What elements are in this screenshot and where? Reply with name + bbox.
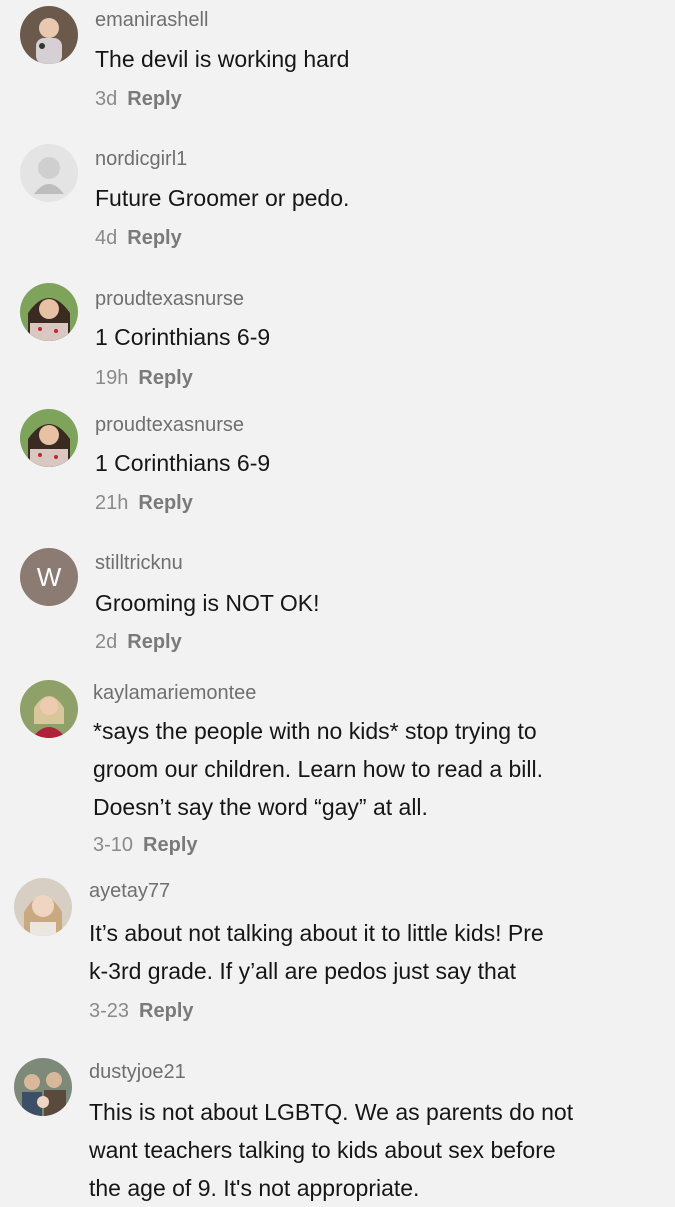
comment-time: 3d <box>95 88 118 110</box>
comment-time: 3-10 <box>93 834 134 856</box>
reply-button[interactable]: Reply <box>138 492 192 514</box>
comment-meta: 2d Reply <box>95 631 182 654</box>
comment-text-line: Grooming is NOT OK! <box>95 590 320 616</box>
user-avatar[interactable] <box>20 680 78 738</box>
comment-text: 1 Corinthians 6-9 <box>95 444 270 482</box>
comment-text: This is not about LGBTQ. We as parents d… <box>89 1093 573 1207</box>
comment-meta: 3-23 Reply <box>89 1000 194 1023</box>
comment-username[interactable]: ayetay77 <box>89 880 170 903</box>
comment-text: Future Groomer or pedo. <box>95 179 349 217</box>
comment-text: It’s about not talking about it to littl… <box>89 914 544 990</box>
comment-text-line: *says the people with no kids* stop tryi… <box>93 718 537 744</box>
user-avatar[interactable] <box>20 283 78 341</box>
reply-button[interactable]: Reply <box>127 631 181 653</box>
comment-text-line: Future Groomer or pedo. <box>95 185 350 211</box>
comment-time: 19h <box>95 367 129 389</box>
comment-time: 21h <box>95 492 129 514</box>
reply-button[interactable]: Reply <box>127 227 181 249</box>
comment-text-line: 1 Corinthians 6-9 <box>95 450 271 476</box>
user-avatar[interactable] <box>14 1058 72 1116</box>
user-avatar[interactable] <box>20 144 78 202</box>
comment-text: *says the people with no kids* stop tryi… <box>93 712 543 826</box>
comment-meta: 21h Reply <box>95 492 193 515</box>
comment-text-line: 1 Corinthians 6-9 <box>95 324 271 350</box>
comment-text-line: groom our children. Learn how to read a … <box>93 756 544 782</box>
comment-meta: 19h Reply <box>95 367 193 390</box>
comment-username[interactable]: stilltricknu <box>95 552 183 575</box>
user-avatar[interactable] <box>14 878 72 936</box>
comment-text: The devil is working hard <box>95 40 349 78</box>
user-avatar[interactable]: W <box>20 548 78 606</box>
comment-meta: 3d Reply <box>95 88 182 111</box>
reply-button[interactable]: Reply <box>143 834 197 856</box>
comment-text-line: Doesn’t say the word “gay” at all. <box>93 794 428 820</box>
comment-text-line: The devil is working hard <box>95 46 350 72</box>
comment-username[interactable]: dustyjoe21 <box>89 1061 186 1084</box>
comment-meta: 4d Reply <box>95 227 182 250</box>
user-avatar[interactable] <box>20 409 78 467</box>
comment-text: 1 Corinthians 6-9 <box>95 318 270 356</box>
comment-username[interactable]: proudtexasnurse <box>95 288 244 311</box>
comment-username[interactable]: emanirashell <box>95 9 208 32</box>
comment-text: Grooming is NOT OK! <box>95 584 320 622</box>
comment-username[interactable]: kaylamariemontee <box>93 682 256 705</box>
comment-text-line: k-3rd grade. If y’all are pedos just say… <box>89 958 516 984</box>
comment-username[interactable]: nordicgirl1 <box>95 148 187 171</box>
user-avatar[interactable] <box>20 6 78 64</box>
comment-time: 3-23 <box>89 1000 130 1022</box>
reply-button[interactable]: Reply <box>127 88 181 110</box>
comment-text-line: It’s about not talking about it to littl… <box>89 920 544 946</box>
comment-time: 2d <box>95 631 118 653</box>
comment-text-line: want teachers talking to kids about sex … <box>89 1137 556 1163</box>
comment-username[interactable]: proudtexasnurse <box>95 414 244 437</box>
comment-text-line: the age of 9. It's not appropriate. <box>89 1175 420 1201</box>
reply-button[interactable]: Reply <box>138 367 192 389</box>
comment-time: 4d <box>95 227 118 249</box>
comment-text-line: This is not about LGBTQ. We as parents d… <box>89 1099 574 1125</box>
reply-button[interactable]: Reply <box>139 1000 193 1022</box>
comment-meta: 3-10 Reply <box>93 834 198 857</box>
